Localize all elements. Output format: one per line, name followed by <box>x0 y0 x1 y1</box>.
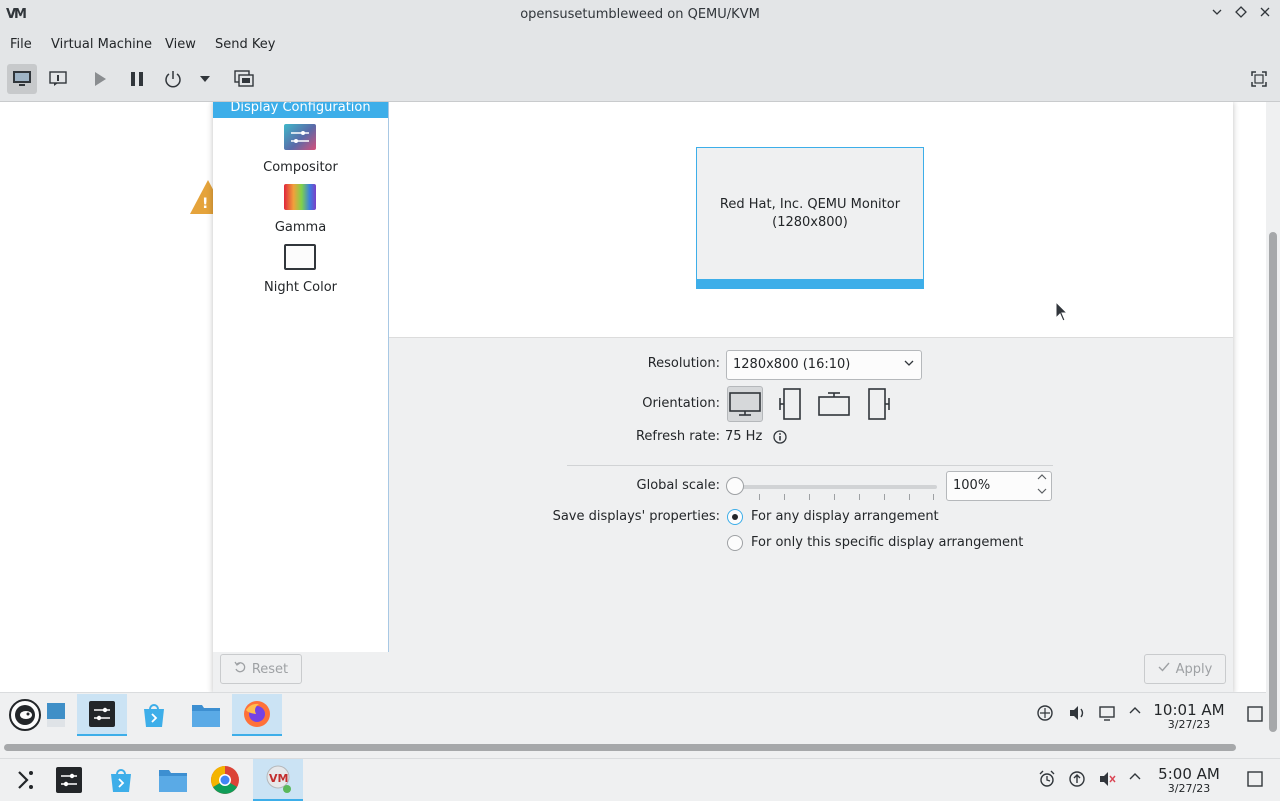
window-titlebar: VM opensusetumbleweed on QEMU/KVM <box>0 0 1280 30</box>
refresh-rate-value: 75 Hz <box>725 429 763 444</box>
taskbar-discover[interactable] <box>129 694 179 736</box>
alarm-icon[interactable] <box>1038 770 1056 792</box>
chevron-up-icon[interactable] <box>1037 473 1047 484</box>
radio-any-arrangement[interactable] <box>727 509 743 525</box>
save-displays-label: Save displays' properties: <box>552 509 720 524</box>
taskbar-dolphin[interactable] <box>148 759 198 801</box>
guest-clock-time[interactable]: 10:01 AM <box>1150 701 1228 719</box>
orientation-portrait-right-button[interactable] <box>861 386 897 422</box>
menu-file[interactable]: File <box>10 37 32 52</box>
monitor-resolution: (1280x800) <box>772 215 848 230</box>
toolbar <box>0 58 1280 102</box>
power-icon[interactable] <box>158 64 188 94</box>
resolution-select[interactable]: 1280x800 (16:10) <box>726 350 922 380</box>
horizontal-scrollbar[interactable] <box>0 736 1280 758</box>
guest-taskbar: 10:01 AM 3/27/23 <box>0 692 1266 736</box>
sidebar-item-gamma[interactable]: Gamma <box>213 184 388 240</box>
taskbar-virt-manager[interactable]: VM <box>253 759 303 801</box>
radio-specific-arrangement[interactable] <box>727 535 743 551</box>
taskbar-system-settings[interactable] <box>44 759 94 801</box>
taskbar-dolphin[interactable] <box>181 694 231 736</box>
sidebar-item-display-configuration[interactable]: Display Configuration <box>213 102 388 118</box>
taskbar-system-settings[interactable] <box>77 694 127 736</box>
orientation-portrait-left-button[interactable] <box>772 386 808 422</box>
updates-icon[interactable] <box>1068 770 1086 792</box>
taskbar-discover[interactable] <box>96 759 146 801</box>
taskbar-chrome[interactable] <box>200 759 250 801</box>
minimize-icon[interactable] <box>1208 6 1226 24</box>
show-desktop-icon[interactable] <box>36 694 76 736</box>
reset-button-label: Reset <box>251 661 289 677</box>
resolution-label: Resolution: <box>647 356 720 371</box>
monitor-icon[interactable] <box>7 64 37 94</box>
host-taskbar: VM 5:00 AM 3/27/23 <box>0 758 1280 801</box>
menu-bar: File Virtual Machine View Send Key <box>0 30 1280 58</box>
global-scale-label: Global scale: <box>636 478 720 493</box>
orientation-label: Orientation: <box>642 396 720 411</box>
resolution-value: 1280x800 (16:10) <box>733 357 851 372</box>
screenshot-icon[interactable] <box>229 64 259 94</box>
window-title: opensusetumbleweed on QEMU/KVM <box>520 7 760 22</box>
dropdown-icon[interactable] <box>190 64 220 94</box>
peek-desktop-icon[interactable] <box>1246 770 1264 792</box>
compositor-icon <box>284 124 316 150</box>
monitor-preview[interactable]: Red Hat, Inc. QEMU Monitor (1280x800) <box>696 147 924 289</box>
host-clock-date: 3/27/23 <box>1167 782 1211 795</box>
sidebar-item-compositor[interactable]: Compositor <box>213 124 388 180</box>
orientation-flipped-button[interactable] <box>816 386 852 422</box>
sidebar-item-label: Compositor <box>263 160 338 175</box>
chevron-down-icon <box>903 357 915 369</box>
guest-clock-date: 3/27/23 <box>1167 718 1211 731</box>
gamma-icon <box>284 184 316 210</box>
apply-button-label: Apply <box>1175 661 1213 677</box>
taskbar-firefox[interactable] <box>232 694 282 736</box>
radio-specific-arrangement-label[interactable]: For only this specific display arrangeme… <box>751 535 1023 550</box>
mouse-cursor-icon <box>1055 300 1069 327</box>
night-color-icon <box>284 244 316 270</box>
global-scale-slider[interactable] <box>733 485 937 489</box>
monitor-name: Red Hat, Inc. QEMU Monitor <box>719 197 901 212</box>
guest-display[interactable]: ! Display Configuration Compositor Gamma… <box>0 102 1266 736</box>
network-icon[interactable] <box>1036 704 1054 726</box>
svg-text:VM: VM <box>269 772 288 785</box>
info-icon[interactable] <box>773 430 787 448</box>
refresh-rate-label: Refresh rate: <box>635 429 720 444</box>
menu-virtual-machine[interactable]: Virtual Machine <box>51 37 152 52</box>
play-icon[interactable] <box>85 64 115 94</box>
fullscreen-icon[interactable] <box>1244 64 1274 94</box>
peek-desktop-icon[interactable] <box>1246 705 1264 727</box>
global-scale-value: 100% <box>953 478 991 493</box>
check-icon <box>1158 661 1170 677</box>
sidebar-item-label: Night Color <box>264 280 337 295</box>
reset-button[interactable]: Reset <box>220 654 302 684</box>
sidebar-item-night-color[interactable]: Night Color <box>213 244 388 300</box>
application-launcher-icon[interactable] <box>0 759 50 801</box>
volume-muted-icon[interactable] <box>1098 770 1116 792</box>
chevron-down-icon[interactable] <box>1037 487 1047 498</box>
vertical-scrollbar[interactable] <box>1266 102 1280 736</box>
menu-view[interactable]: View <box>165 37 196 52</box>
orientation-landscape-button[interactable] <box>727 386 763 422</box>
menu-send-key[interactable]: Send Key <box>215 37 275 52</box>
host-clock-time[interactable]: 5:00 AM <box>1150 765 1228 783</box>
maximize-icon[interactable] <box>1232 6 1250 24</box>
separator <box>567 465 1053 466</box>
global-scale-spinbox[interactable]: 100% <box>946 471 1052 501</box>
system-settings-window: Display Configuration Compositor Gamma N… <box>213 102 1233 694</box>
close-icon[interactable] <box>1256 6 1274 24</box>
global-scale-slider-handle[interactable] <box>726 477 744 495</box>
apply-button[interactable]: Apply <box>1144 654 1226 684</box>
volume-icon[interactable] <box>1068 704 1086 726</box>
undo-icon <box>234 661 246 677</box>
chevron-up-icon[interactable] <box>1128 770 1142 788</box>
display-icon[interactable] <box>1098 704 1116 726</box>
chevron-up-icon[interactable] <box>1128 704 1142 722</box>
radio-any-arrangement-label[interactable]: For any display arrangement <box>751 509 939 524</box>
display-preview-area: Red Hat, Inc. QEMU Monitor (1280x800) <box>389 102 1233 338</box>
sidebar-item-label: Gamma <box>274 220 327 235</box>
info-icon[interactable] <box>43 64 73 94</box>
settings-sidebar: Display Configuration Compositor Gamma N… <box>213 102 389 652</box>
pause-icon[interactable] <box>122 64 152 94</box>
